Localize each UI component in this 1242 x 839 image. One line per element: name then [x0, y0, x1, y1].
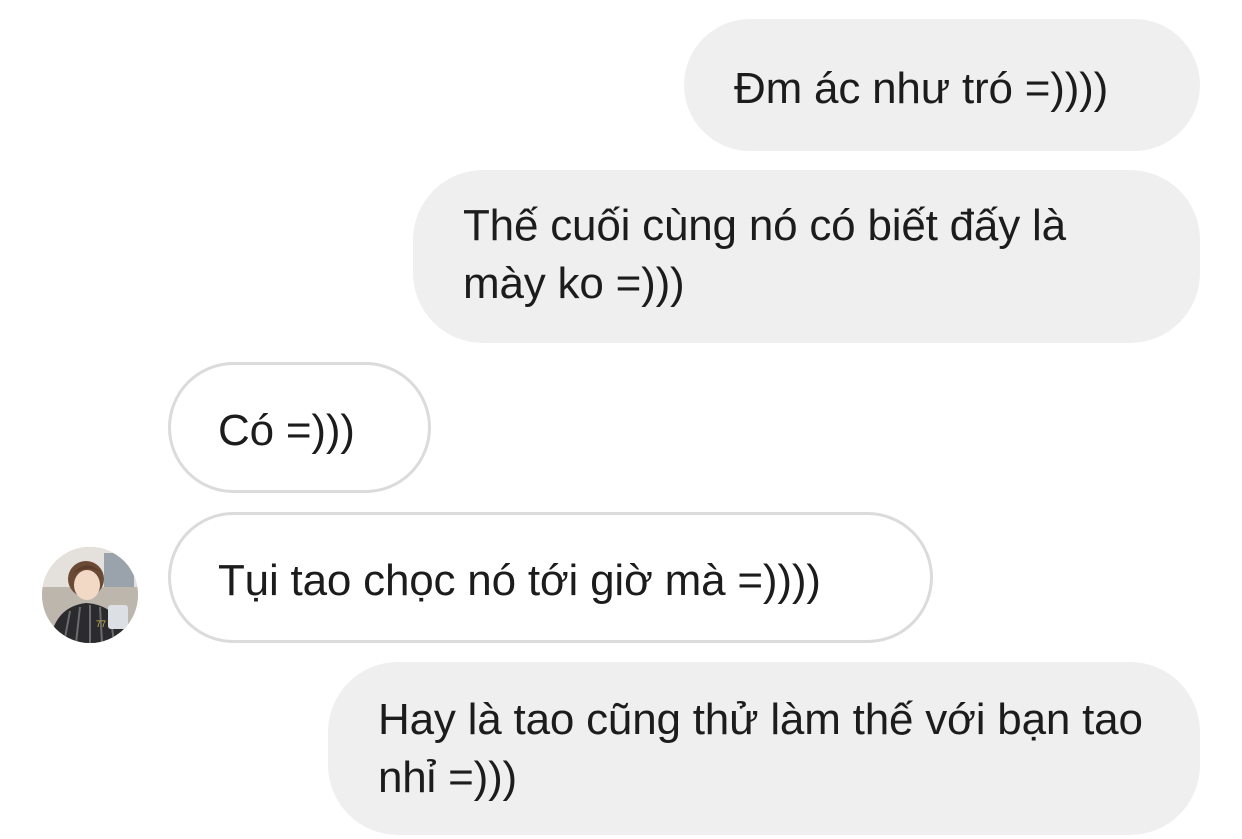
message-text: Hay là tao cũng thử làm thế với bạn tao … — [378, 695, 1143, 802]
incoming-message-bubble[interactable]: Tụi tao chọc nó tới giờ mà =)))) — [168, 512, 933, 643]
outgoing-message-bubble[interactable]: Thế cuối cùng nó có biết đấy là mày ko =… — [413, 170, 1200, 343]
outgoing-message-bubble[interactable]: Hay là tao cũng thử làm thế với bạn tao … — [328, 662, 1200, 835]
svg-text:77: 77 — [96, 619, 106, 629]
message-text: Đm ác như tró =)))) — [734, 64, 1109, 113]
chat-thread: Đm ác như tró =)))) Thế cuối cùng nó có … — [0, 0, 1242, 839]
message-text: Tụi tao chọc nó tới giờ mà =)))) — [218, 556, 821, 605]
sender-avatar[interactable]: 77 — [42, 547, 138, 643]
incoming-message-bubble[interactable]: Có =))) — [168, 362, 431, 493]
outgoing-message-bubble[interactable]: Đm ác như tró =)))) — [684, 19, 1200, 151]
avatar-photo-icon: 77 — [42, 547, 138, 643]
message-text: Thế cuối cùng nó có biết đấy là mày ko =… — [463, 201, 1066, 308]
message-text: Có =))) — [218, 406, 355, 455]
